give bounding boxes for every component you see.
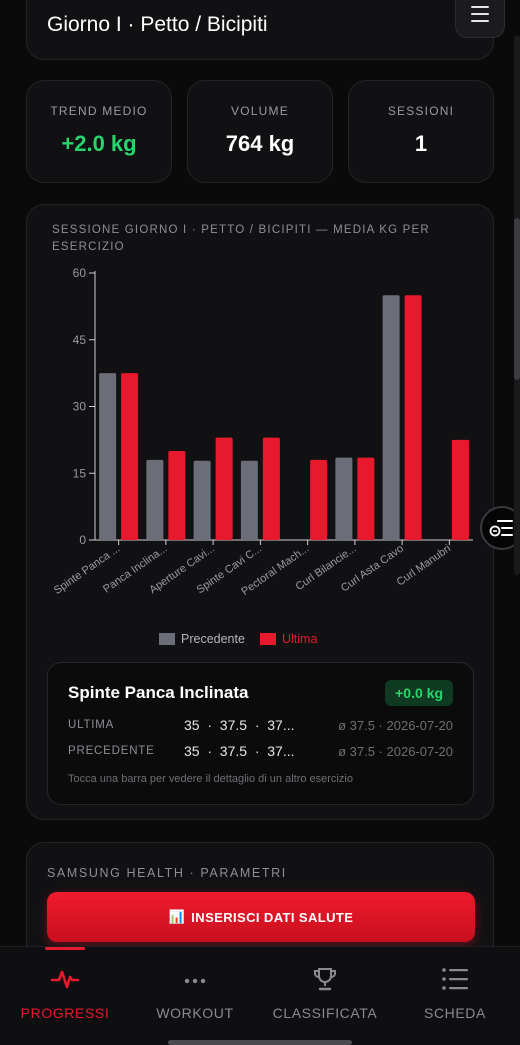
stat-value: 1 xyxy=(414,131,428,156)
legend-label-ultima: Ultima xyxy=(282,632,317,646)
nav-label: PROGRESSI xyxy=(20,1005,110,1021)
chart-title: SESSIONE GIORNO I · PETTO / BICIPITI — M… xyxy=(52,224,430,253)
row-average-previous: ø 37.5 · 2026-07-20 xyxy=(338,744,453,759)
bar-precedente xyxy=(240,460,258,540)
bar-ultima xyxy=(121,373,139,540)
bar-precedente xyxy=(193,460,211,540)
detail-hint: Tocca una barra per vedere il dettaglio … xyxy=(68,773,353,785)
row-average-last: ø 37.5 · 2026-07-20 xyxy=(338,718,453,733)
dots-icon xyxy=(184,978,206,984)
nav-item-scheda[interactable]: SCHEDA xyxy=(390,947,520,1045)
bar-ultima xyxy=(310,459,328,540)
active-tab-indicator xyxy=(45,947,85,950)
list-icon xyxy=(442,968,468,990)
bar-chart: 015304560Spinte Panca ...Panca Inclina..… xyxy=(52,266,473,646)
legend-swatch-ultima xyxy=(260,633,276,645)
stat-value: +2.0 kg xyxy=(61,131,137,156)
trophy-icon xyxy=(314,968,336,991)
nav-item-classificata[interactable]: CLASSIFICATA xyxy=(260,947,390,1045)
trend-badge: +0.0 kg xyxy=(385,680,453,706)
nav-label: WORKOUT xyxy=(156,1005,234,1021)
nav-label: CLASSIFICATA xyxy=(272,1005,378,1021)
button-label: INSERISCI DATI SALUTE xyxy=(191,909,354,925)
page-title: Giorno I · Petto / Bicipiti xyxy=(47,13,268,36)
row-values-previous: 35 · 37.5 · 37... xyxy=(184,743,295,759)
legend-swatch-precedente xyxy=(159,633,175,645)
bar-ultima xyxy=(168,451,186,540)
scrollbar-thumb[interactable] xyxy=(514,218,520,380)
row-values-last: 35 · 37.5 · 37... xyxy=(184,717,295,733)
health-title: SAMSUNG HEALTH · PARAMETRI xyxy=(47,866,287,880)
home-indicator xyxy=(168,1040,352,1045)
stat-label: VOLUME xyxy=(231,104,289,118)
nav-item-workout[interactable]: WORKOUT xyxy=(130,947,260,1045)
bar-ultima xyxy=(357,457,375,540)
enter-health-data-button[interactable]: 📊 INSERISCI DATI SALUTE xyxy=(47,892,475,942)
stat-card-trend: TREND MEDIO +2.0 kg xyxy=(26,80,172,183)
chart-emoji-icon: 📊 xyxy=(168,909,186,924)
bar-ultima xyxy=(404,295,422,540)
bottom-nav: PROGRESSI WORKOUT CLASSIFICATA SCHEDA xyxy=(0,946,520,1045)
y-tick-label: 15 xyxy=(73,466,87,480)
stat-label: TREND MEDIO xyxy=(50,104,148,118)
nav-label: SCHEDA xyxy=(424,1005,486,1021)
y-tick-label: 45 xyxy=(73,333,87,347)
bar-precedente xyxy=(146,459,164,540)
exercise-detail-card: Spinte Panca Inclinata +0.0 kg ULTIMA 35… xyxy=(47,662,474,805)
y-tick-label: 30 xyxy=(73,400,87,414)
row-label-previous: PRECEDENTE xyxy=(68,745,155,757)
menu-button[interactable] xyxy=(455,0,505,38)
header-card: Giorno I · Petto / Bicipiti xyxy=(26,0,494,60)
filter-list-icon xyxy=(489,520,513,537)
bar-ultima xyxy=(451,439,469,540)
hamburger-icon xyxy=(471,6,489,22)
stat-label: SESSIONI xyxy=(387,104,455,118)
stat-value: 764 kg xyxy=(225,131,295,156)
bar-ultima xyxy=(215,437,233,540)
stat-card-volume: VOLUME 764 kg xyxy=(187,80,333,183)
pulse-icon xyxy=(50,970,80,989)
bar-precedente xyxy=(335,457,353,540)
bar-precedente xyxy=(382,295,400,540)
bar-precedente xyxy=(99,373,117,540)
exercise-name: Spinte Panca Inclinata xyxy=(68,683,249,702)
row-label-last: ULTIMA xyxy=(68,719,115,731)
bar-ultima xyxy=(262,437,280,540)
stat-card-sessions: SESSIONI 1 xyxy=(348,80,494,183)
y-tick-label: 0 xyxy=(79,533,86,547)
nav-item-progressi[interactable]: PROGRESSI xyxy=(0,947,130,1045)
legend-label-precedente: Precedente xyxy=(181,632,245,646)
y-tick-label: 60 xyxy=(73,266,87,280)
